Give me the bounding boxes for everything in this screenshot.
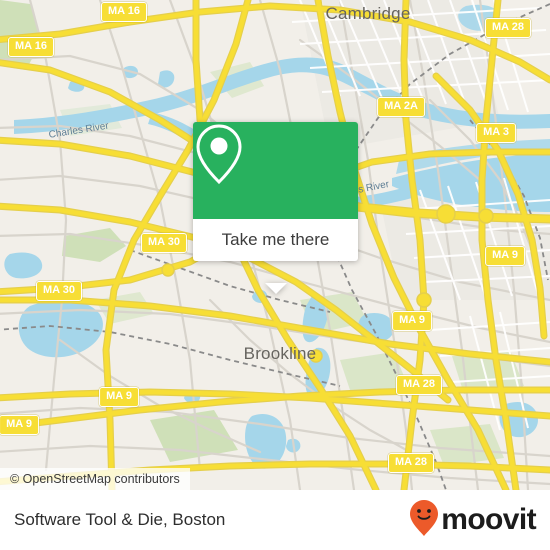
map-attribution[interactable]: © OpenStreetMap contributors xyxy=(0,468,190,490)
highway-shield-ma30-west[interactable]: MA 30 xyxy=(36,281,82,301)
highway-shield-ma3[interactable]: MA 3 xyxy=(476,123,516,143)
highway-shield-ma28-south[interactable]: MA 28 xyxy=(388,453,434,473)
map-canvas[interactable]: Cambridge Brookline Charles River es Riv… xyxy=(0,0,550,490)
highway-shield-ma9-east[interactable]: MA 9 xyxy=(485,246,525,266)
highway-shield-ma28-mid[interactable]: MA 28 xyxy=(396,375,442,395)
highway-shield-ma2a[interactable]: MA 2A xyxy=(377,97,425,117)
highway-shield-ma9-west[interactable]: MA 9 xyxy=(0,415,39,435)
highway-shield-ma9-mid[interactable]: MA 9 xyxy=(99,387,139,407)
moovit-wordmark: moovit xyxy=(441,503,536,536)
map-label-brookline: Brookline xyxy=(243,344,317,363)
map-page: Cambridge Brookline Charles River es Riv… xyxy=(0,0,550,550)
callout-pointer-tail xyxy=(264,283,287,294)
moovit-logo[interactable]: moovit xyxy=(409,499,537,542)
bottom-bar: Software Tool & Die, Boston moovit xyxy=(0,490,550,550)
place-title: Software Tool & Die, Boston xyxy=(14,510,226,529)
moovit-pin-smiley-icon xyxy=(409,499,439,542)
highway-shield-ma16-west[interactable]: MA 16 xyxy=(8,37,54,57)
highway-shield-ma30-east[interactable]: MA 30 xyxy=(141,233,187,253)
highway-shield-ma9-centre[interactable]: MA 9 xyxy=(392,311,432,331)
highway-shield-ma16-north[interactable]: MA 16 xyxy=(101,2,147,22)
take-me-there-callout[interactable]: Take me there xyxy=(193,122,358,294)
map-label-cambridge: Cambridge xyxy=(325,4,411,23)
highway-shield-ma28-north[interactable]: MA 28 xyxy=(485,18,531,38)
take-me-there-button[interactable]: Take me there xyxy=(193,219,358,261)
callout-header xyxy=(193,122,358,219)
